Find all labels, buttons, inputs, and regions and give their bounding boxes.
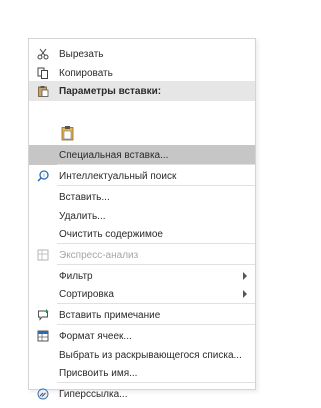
- menu-item-label: Гиперссылка...: [59, 388, 128, 400]
- context-menu-tail: [28, 38, 256, 390]
